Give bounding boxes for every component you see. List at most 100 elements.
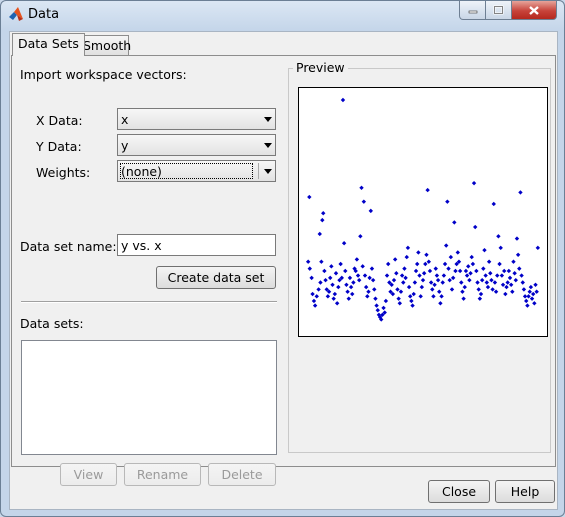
data-point (369, 266, 375, 271)
x-data-value: x (121, 112, 129, 127)
data-point (395, 287, 400, 292)
data-point (450, 275, 456, 281)
title-bar[interactable]: Data (1, 1, 564, 29)
data-point (498, 245, 503, 251)
data-point (477, 296, 483, 301)
data-point (328, 275, 333, 281)
data-point (396, 296, 401, 301)
data-point (469, 254, 474, 260)
data-point (428, 280, 434, 285)
data-point (455, 250, 460, 255)
data-point (358, 234, 363, 239)
data-point (534, 289, 539, 294)
data-point (463, 268, 469, 274)
data-point (317, 231, 322, 237)
chevron-down-icon (264, 117, 272, 122)
weights-select[interactable]: (none) (117, 160, 276, 182)
data-point (424, 252, 429, 257)
minimize-button[interactable] (459, 1, 486, 20)
data-point (312, 303, 318, 308)
data-point (383, 298, 389, 304)
x-data-select[interactable]: x (117, 108, 276, 130)
create-data-set-button[interactable]: Create data set (156, 266, 276, 289)
data-point (482, 247, 487, 253)
data-point (448, 254, 454, 260)
data-point (517, 266, 522, 271)
data-point (410, 303, 415, 308)
data-point (343, 268, 348, 274)
dataset-name-input[interactable] (121, 236, 271, 254)
data-point (479, 277, 485, 283)
close-button[interactable]: Close (428, 480, 490, 503)
data-point (442, 261, 448, 267)
data-point (368, 208, 373, 214)
data-point (408, 294, 413, 299)
data-point (392, 257, 398, 262)
data-point (438, 301, 443, 306)
delete-button[interactable]: Delete (208, 463, 276, 486)
tab-data-sets[interactable]: Data Sets (12, 33, 85, 56)
matlab-logo-icon (9, 7, 23, 21)
data-point (466, 264, 471, 269)
y-data-select[interactable]: y (117, 134, 276, 156)
data-point (492, 280, 498, 285)
data-point (453, 268, 458, 274)
window-title: Data (28, 7, 60, 22)
data-point (372, 287, 377, 292)
data-point (332, 291, 338, 297)
data-point (336, 284, 341, 290)
data-point (476, 287, 481, 292)
data-point (401, 280, 406, 285)
data-point (411, 291, 416, 297)
data-point (354, 257, 360, 262)
data-point (533, 282, 538, 287)
data-point (348, 284, 354, 290)
data-point (412, 280, 418, 285)
data-point (529, 296, 535, 301)
data-point (491, 201, 496, 207)
data-point (333, 271, 339, 276)
data-point (314, 294, 319, 299)
combo-divider (258, 163, 259, 179)
data-point (433, 266, 438, 271)
rename-button[interactable]: Rename (124, 463, 201, 486)
data-point (307, 194, 312, 200)
data-sets-list[interactable] (21, 340, 277, 455)
weights-value: (none) (120, 163, 253, 179)
data-point (524, 298, 529, 304)
data-point (503, 291, 508, 297)
data-point (507, 275, 513, 281)
close-window-button[interactable] (511, 1, 557, 20)
maximize-button[interactable] (485, 1, 512, 20)
data-point (361, 199, 367, 204)
data-point (440, 280, 445, 285)
x-data-label: X Data: (36, 113, 83, 128)
data-point (499, 273, 505, 278)
data-point (311, 298, 317, 304)
data-point (403, 275, 408, 281)
data-point (493, 289, 499, 294)
data-point (471, 180, 477, 186)
data-point (405, 245, 411, 251)
data-point (347, 275, 353, 281)
view-button[interactable]: View (60, 463, 117, 486)
data-point (344, 282, 349, 287)
data-point (359, 185, 364, 190)
dataset-name-field[interactable] (117, 234, 276, 256)
data-dialog-window: Data Data Sets Smooth Import workspace v… (0, 0, 565, 517)
data-point (457, 268, 463, 274)
data-point (464, 273, 470, 278)
data-point (373, 296, 378, 301)
data-point (535, 245, 541, 251)
data-point (409, 298, 414, 304)
help-button[interactable]: Help (495, 480, 555, 503)
minimize-icon (468, 10, 477, 14)
data-point (322, 268, 327, 274)
data-point (362, 273, 368, 278)
data-point (521, 287, 527, 292)
dataset-name-label: Data set name: (20, 239, 117, 254)
data-point (447, 277, 452, 283)
data-point (481, 266, 486, 271)
data-point (486, 259, 492, 264)
data-point (305, 259, 311, 264)
